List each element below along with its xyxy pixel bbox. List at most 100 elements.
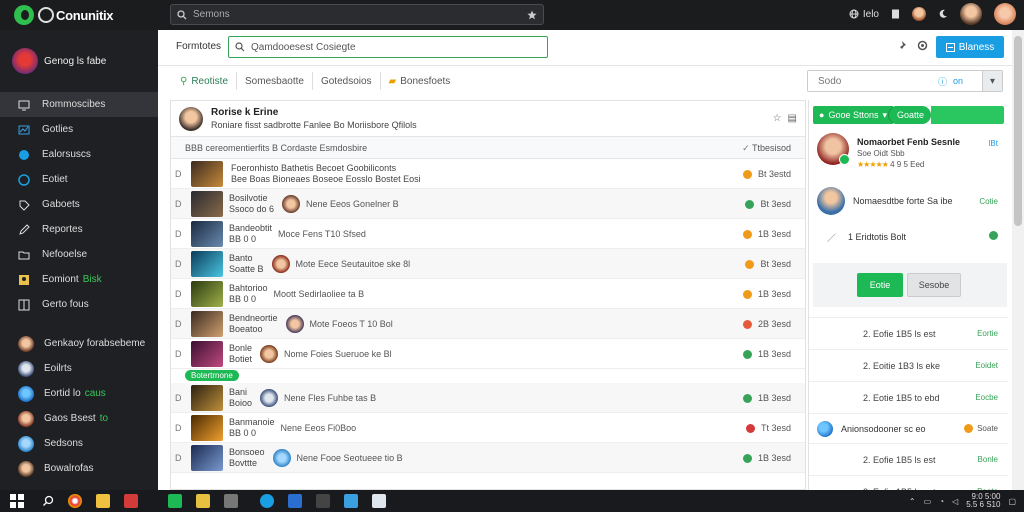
sidebar-item-reportes[interactable]: Reportes bbox=[0, 217, 158, 242]
tab-bonesfoets[interactable]: ▰ Bonesfoets bbox=[381, 72, 459, 90]
table-row[interactable]: D Foeronhisto Bathetis Becoet Goobilicon… bbox=[171, 159, 805, 189]
sidebar-item-ealorsuscs[interactable]: Ealorsuscs bbox=[0, 142, 158, 167]
app-icon-light[interactable] bbox=[372, 494, 386, 508]
sidebar-item-rommoscibes[interactable]: Rommoscibes bbox=[0, 92, 158, 117]
table-row[interactable]: D Bonle Botiet Nome Foies Sueruoe ke Bl 1… bbox=[171, 339, 805, 369]
tab-filler[interactable] bbox=[931, 106, 1004, 124]
primary-action-button[interactable]: Blaness bbox=[936, 36, 1004, 58]
chevron-down-icon[interactable]: ▾ bbox=[982, 71, 1002, 91]
row-status: Bt 3esd bbox=[745, 199, 791, 209]
tab-reotiste[interactable]: ⚲ Reotiste bbox=[172, 72, 238, 90]
settings-icon[interactable] bbox=[917, 40, 928, 51]
table-row[interactable]: D Bendneortie Boeatoo Mote Foeos T 10 Bol… bbox=[171, 309, 805, 339]
sidebar-person-6[interactable]: Bowalrofas bbox=[0, 456, 158, 481]
clock[interactable]: 9:0 5:00 5.5 6 S10 bbox=[966, 493, 1000, 509]
app-icon-yellow[interactable] bbox=[196, 494, 210, 508]
table-row[interactable]: D Bani Boioo Nene Fles Fuhbe tas B 1B 3es… bbox=[171, 383, 805, 413]
stat-row[interactable]: 2. Eoitie 1B3 ls eke Eoidet bbox=[809, 349, 1008, 381]
group-pill[interactable]: Botertrnone bbox=[185, 370, 239, 381]
stat-label: 2. Eofie 1B5 ls est bbox=[863, 328, 936, 339]
system-tray: ⌃ ▭ ◔ ◁ 9:0 5:00 5.5 6 S10 ▢ bbox=[909, 493, 1016, 509]
wifi-icon[interactable]: ◔ bbox=[939, 497, 944, 506]
tab-status[interactable]: ● Gooe Sttons ▾ bbox=[813, 106, 893, 124]
sidebar-person-1[interactable]: Genkaoy forabsebeme bbox=[0, 331, 158, 356]
tag-icon bbox=[19, 200, 30, 211]
stat-action[interactable]: Bonle bbox=[978, 455, 998, 464]
profile-avatar[interactable] bbox=[994, 3, 1016, 25]
sidebar-profile[interactable]: Genog ls fabe bbox=[0, 30, 158, 92]
stat-action[interactable]: Eoidet bbox=[975, 361, 998, 370]
app-icon-red[interactable] bbox=[124, 494, 138, 508]
user-row[interactable]: Anionsodooner sc eo Soate bbox=[809, 413, 1008, 443]
panel-search-input[interactable] bbox=[818, 75, 938, 87]
volume-icon[interactable]: ◁ bbox=[952, 497, 958, 506]
status-label: Bt 3estd bbox=[757, 169, 791, 179]
app-icon-green[interactable] bbox=[168, 494, 182, 508]
clock-date: 5.5 6 S10 bbox=[966, 500, 1001, 509]
scrollbar-thumb[interactable] bbox=[1014, 36, 1022, 226]
chevron-up-icon[interactable]: ⌃ bbox=[909, 497, 916, 506]
table-row[interactable]: D Bonsoeo Bovttte Nene Fooe Seotueee tio … bbox=[171, 443, 805, 473]
globe-icon bbox=[19, 149, 29, 160]
secondary-button[interactable]: Sesobe bbox=[907, 273, 961, 297]
sidebar-item-gerto-fous[interactable]: Gerto fous bbox=[0, 292, 158, 317]
network-icon[interactable]: ▭ bbox=[924, 497, 932, 506]
user-avatar-small[interactable] bbox=[912, 7, 926, 21]
pin-icon[interactable] bbox=[896, 40, 907, 51]
sidebar-person-5[interactable]: Sedsons bbox=[0, 431, 158, 456]
table-row[interactable]: D Bahtorioo BB 0 0 Moott Sedirlaoliee ta … bbox=[171, 279, 805, 309]
search-icon[interactable] bbox=[42, 495, 54, 507]
language-label: Ielo bbox=[862, 8, 879, 20]
stat-row[interactable]: 2. Eofie 1B5 ls est Eortie bbox=[809, 317, 1008, 349]
global-search[interactable] bbox=[170, 4, 544, 25]
stat-action[interactable]: Eortie bbox=[977, 329, 998, 338]
app-icon-blue[interactable] bbox=[288, 494, 302, 508]
sidebar-person-3[interactable]: Eortid lo caus bbox=[0, 381, 158, 406]
sidebar-item-eotiet[interactable]: Eotiet bbox=[0, 167, 158, 192]
edge-icon[interactable] bbox=[260, 494, 274, 508]
browser-icon[interactable] bbox=[68, 494, 82, 508]
app-logo[interactable]: Conunitix bbox=[14, 5, 164, 25]
table-row[interactable]: D Banto Soatte B Mote Eece Seutauitoe ske… bbox=[171, 249, 805, 279]
character-action[interactable]: Cotie bbox=[979, 197, 998, 206]
sidebar-person-2[interactable]: Eoilrts bbox=[0, 356, 158, 381]
app-icon-sky[interactable] bbox=[344, 494, 358, 508]
confirm-button[interactable]: Eotie bbox=[857, 273, 903, 297]
user-avatar[interactable] bbox=[960, 3, 982, 25]
tab-gotedsoios[interactable]: Gotedsoios bbox=[313, 72, 381, 90]
windows-start-icon[interactable] bbox=[10, 494, 24, 508]
sidebar-item-gaboets[interactable]: Gaboets bbox=[0, 192, 158, 217]
stat-row[interactable]: 2. Eotie 1B5 to ebd Eocbe bbox=[809, 381, 1008, 413]
panel-search[interactable]: ⓘ on ▾ bbox=[807, 70, 1003, 92]
sidebar-item-label: Eortid lo bbox=[44, 388, 81, 399]
star-icon[interactable] bbox=[527, 10, 537, 20]
moon-icon[interactable] bbox=[938, 9, 948, 19]
stat-row[interactable]: 2. Eofie 1B5 ls est Bonle bbox=[809, 443, 1008, 475]
table-row[interactable]: D Bandeobtit BB 0 0 Moce Fens T10 Sfsed 1… bbox=[171, 219, 805, 249]
table-row[interactable]: D Bosilvotie Ssoco do 6 Nene Eeos Gonelne… bbox=[171, 189, 805, 219]
sidebar-item-gotlies[interactable]: Gotlies bbox=[0, 117, 158, 142]
global-search-input[interactable] bbox=[193, 9, 527, 20]
bookmark-icon[interactable] bbox=[891, 9, 900, 19]
table-row[interactable]: D Banmanoie BB 0 0 Nene Eeos Fi0Boo Tt 3e… bbox=[171, 413, 805, 443]
character-line[interactable]: Nomaesdtbe forte Sa ibe Cotie bbox=[809, 183, 1008, 219]
sidebar-person-4[interactable]: Gaos Bsest to bbox=[0, 406, 158, 431]
edit-line[interactable]: ／ 1 Eridtotis Bolt bbox=[809, 219, 1008, 255]
folder-icon[interactable] bbox=[96, 494, 110, 508]
stat-action[interactable]: Eocbe bbox=[975, 393, 998, 402]
menu-icon[interactable]: ▤ bbox=[788, 113, 797, 124]
tab-somesbaotte[interactable]: Somesbaotte bbox=[237, 72, 313, 90]
tab-secondary[interactable]: Goatte bbox=[889, 106, 931, 124]
star-icon[interactable]: ☆ bbox=[773, 113, 782, 124]
sidebar-item-nefooelse[interactable]: Nefooelse bbox=[0, 242, 158, 267]
filter-field[interactable] bbox=[228, 36, 548, 58]
app-icon-gray[interactable] bbox=[224, 494, 238, 508]
filter-input[interactable] bbox=[251, 41, 541, 53]
notifications-icon[interactable]: ▢ bbox=[1008, 497, 1016, 506]
person-icon bbox=[19, 274, 29, 285]
language-selector[interactable]: Ielo bbox=[849, 9, 879, 20]
avatar bbox=[18, 435, 34, 452]
app-icon-dark[interactable] bbox=[316, 494, 330, 508]
page-scrollbar[interactable] bbox=[1012, 30, 1024, 490]
sidebar-item-eomiont[interactable]: Eomiont Bisk bbox=[0, 267, 158, 292]
